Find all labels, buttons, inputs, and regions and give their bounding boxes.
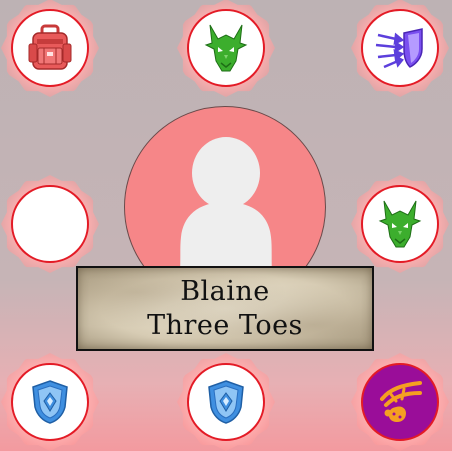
- slot-ring: [361, 185, 439, 263]
- slot-ring: [11, 363, 89, 441]
- dragon-head-icon: [378, 200, 422, 248]
- equipment-slot-top-left[interactable]: [1, 0, 99, 97]
- equipment-slot-middle-right[interactable]: [351, 175, 449, 273]
- backpack-icon: [28, 24, 72, 70]
- equipment-slot-bottom-center[interactable]: [177, 353, 275, 451]
- equipment-slot-bottom-right[interactable]: [351, 353, 449, 451]
- character-screen: { "character": { "name_line1": "Blaine",…: [0, 0, 452, 451]
- crystal-shield-icon: [32, 380, 68, 424]
- magic-shield-icon: [375, 28, 423, 69]
- character-nameplate: Blaine Three Toes: [76, 266, 374, 351]
- equipment-slot-bottom-left[interactable]: [1, 353, 99, 451]
- dragon-head-icon: [204, 24, 248, 72]
- slot-ring: [361, 9, 439, 87]
- character-name-last: Three Toes: [147, 309, 303, 341]
- equipment-slot-middle-left[interactable]: [1, 175, 99, 273]
- slot-ring: [361, 363, 439, 441]
- crystal-shield-icon: [208, 380, 244, 424]
- slot-ring: [187, 363, 265, 441]
- character-name-first: Blaine: [180, 275, 270, 307]
- slot-ring: [11, 9, 89, 87]
- acid-claw-icon: [380, 381, 422, 422]
- slot-ring: [11, 185, 89, 263]
- slot-ring: [187, 9, 265, 87]
- equipment-slot-top-right[interactable]: [351, 0, 449, 97]
- equipment-slot-top-center[interactable]: [177, 0, 275, 97]
